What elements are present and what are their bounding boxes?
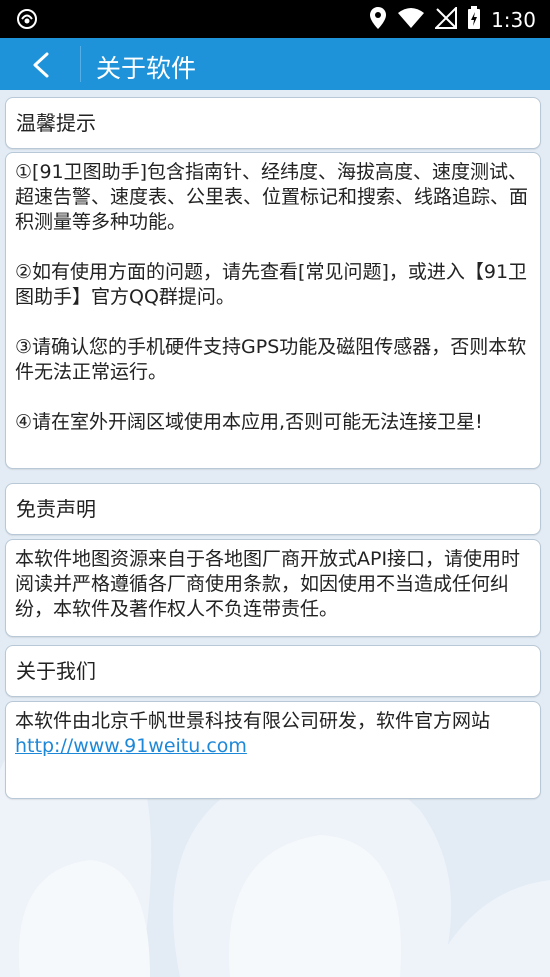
status-bar: 1:30 [0,0,550,38]
signal-icon [433,5,458,33]
location-icon [369,6,387,34]
tips-heading: 温馨提示 [5,97,541,149]
tips-card: ①[91卫图助手]包含指南针、经纬度、海拔高度、速度测试、超速告警、速度表、公里… [5,152,541,469]
tip-item: ②如有使用方面的问题，请先查看[常见问题]，或进入【91卫图助手】官方QQ群提问… [15,261,528,308]
tip-item: ③请确认您的手机硬件支持GPS功能及磁阻传感器，否则本软件无法正常运行。 [15,336,527,383]
about-text-body: 本软件由北京千帆世景科技有限公司研发，软件官方网站 [15,710,491,732]
battery-charging-icon [467,6,481,34]
cast-icon [16,8,38,34]
page-title: 关于软件 [96,54,197,83]
app-bar-divider [80,46,81,82]
disclaimer-text: 本软件地图资源来自于各地图厂商开放式API接口，请使用时阅读并严格遵循各厂商使用… [15,548,521,620]
tip-item: ①[91卫图助手]包含指南针、经纬度、海拔高度、速度测试、超速告警、速度表、公里… [15,161,529,233]
tip-item: ④请在室外开阔区域使用本应用,否则可能无法连接卫星! [15,411,483,433]
about-card: 本软件由北京千帆世景科技有限公司研发，软件官方网站 http://www.91w… [5,701,541,799]
about-heading: 关于我们 [5,645,541,697]
disclaimer-card: 本软件地图资源来自于各地图厂商开放式API接口，请使用时阅读并严格遵循各厂商使用… [5,539,541,637]
wifi-icon [397,7,425,33]
back-button[interactable] [0,38,80,90]
about-text: 本软件由北京千帆世景科技有限公司研发，软件官方网站 http://www.91w… [15,709,531,759]
app-bar: 关于软件 [0,38,550,90]
disclaimer-heading: 免责声明 [5,483,541,535]
clock: 1:30 [491,8,536,32]
chevron-left-icon [33,52,49,78]
website-link[interactable]: http://www.91weitu.com [15,735,247,757]
